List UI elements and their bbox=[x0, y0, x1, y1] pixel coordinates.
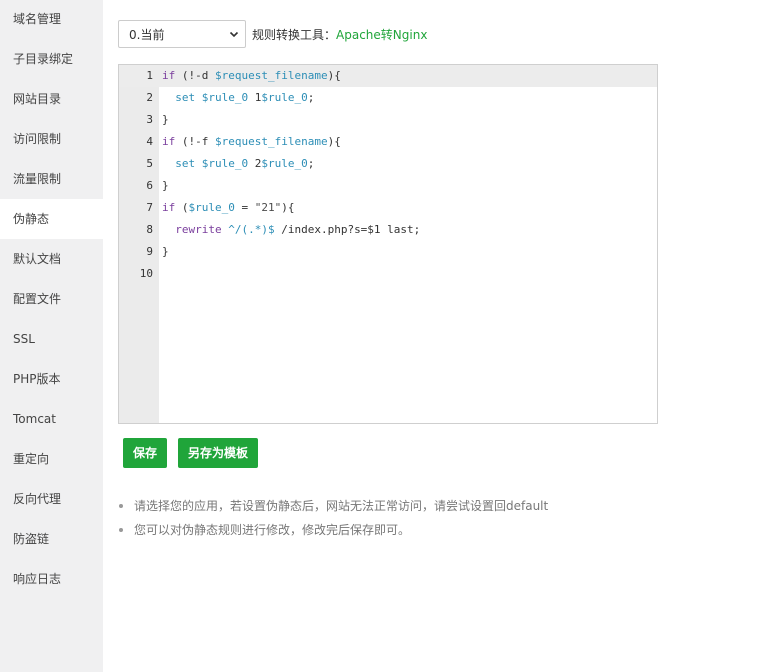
tip-item: 请选择您的应用，若设置伪静态后，网站无法正常访问，请尝试设置回default bbox=[118, 496, 548, 520]
apache-to-nginx-link[interactable]: Apache转Nginx bbox=[336, 26, 427, 43]
line-number: 6 bbox=[146, 179, 153, 192]
sidebar-item-subdir-binding[interactable]: 子目录绑定 bbox=[0, 39, 103, 79]
code-line: 1 if (!-d $request_filename){ bbox=[119, 65, 657, 87]
sidebar-item-tomcat[interactable]: Tomcat bbox=[0, 399, 103, 439]
sidebar-item-response-log[interactable]: 响应日志 bbox=[0, 559, 103, 599]
code-line: 2 set $rule_0 1$rule_0; bbox=[119, 87, 657, 109]
chevron-down-icon bbox=[229, 31, 239, 38]
sidebar-item-traffic-limit[interactable]: 流量限制 bbox=[0, 159, 103, 199]
toolbar: 0.当前 规则转换工具： Apache转Nginx bbox=[118, 20, 427, 48]
sidebar-item-redirect[interactable]: 重定向 bbox=[0, 439, 103, 479]
sidebar-item-ssl[interactable]: SSL bbox=[0, 319, 103, 359]
code-line: 8 rewrite ^/(.*)$ /index.php?s=$1 last; bbox=[119, 219, 657, 241]
line-number: 9 bbox=[146, 245, 153, 258]
action-buttons: 保存 另存为模板 bbox=[123, 438, 259, 468]
line-number: 2 bbox=[146, 91, 153, 104]
sidebar: 域名管理 子目录绑定 网站目录 访问限制 流量限制 伪静态 默认文档 配置文件 … bbox=[0, 0, 103, 672]
code-line: 10 bbox=[119, 263, 657, 285]
sidebar-item-rewrite[interactable]: 伪静态 bbox=[0, 199, 103, 239]
line-number: 10 bbox=[139, 267, 153, 280]
sidebar-item-domain[interactable]: 域名管理 bbox=[0, 0, 103, 39]
rule-template-select[interactable]: 0.当前 bbox=[118, 20, 246, 48]
sidebar-item-default-doc[interactable]: 默认文档 bbox=[0, 239, 103, 279]
code-line: 5 set $rule_0 2$rule_0; bbox=[119, 153, 657, 175]
code-editor[interactable]: 1 if (!-d $request_filename){ 2 set $rul… bbox=[118, 64, 658, 424]
sidebar-item-php-version[interactable]: PHP版本 bbox=[0, 359, 103, 399]
line-number: 5 bbox=[146, 157, 153, 170]
code-line: 6 } bbox=[119, 175, 657, 197]
rule-convert-tool-label: 规则转换工具： bbox=[252, 27, 337, 42]
code-text: } bbox=[162, 179, 169, 192]
sidebar-item-reverse-proxy[interactable]: 反向代理 bbox=[0, 479, 103, 519]
line-number: 7 bbox=[146, 201, 153, 214]
line-number: 3 bbox=[146, 113, 153, 126]
sidebar-item-hotlink-protection[interactable]: 防盗链 bbox=[0, 519, 103, 559]
code-text: rewrite ^/(.*)$ /index.php?s=$1 last; bbox=[175, 223, 421, 236]
line-number: 4 bbox=[146, 135, 153, 148]
code-text: if ($rule_0 = "21"){ bbox=[162, 201, 295, 214]
save-button[interactable]: 保存 bbox=[123, 438, 168, 468]
save-as-template-button[interactable]: 另存为模板 bbox=[178, 438, 259, 468]
code-line: 3 } bbox=[119, 109, 657, 131]
code-text: set $rule_0 1$rule_0; bbox=[175, 91, 315, 104]
help-tips: 请选择您的应用，若设置伪静态后，网站无法正常访问，请尝试设置回default 您… bbox=[118, 496, 548, 544]
rule-template-select-value: 0.当前 bbox=[129, 27, 165, 42]
tip-item: 您可以对伪静态规则进行修改，修改完后保存即可。 bbox=[118, 520, 548, 544]
code-line: 4 if (!-f $request_filename){ bbox=[119, 131, 657, 153]
code-text: if (!-d $request_filename){ bbox=[162, 69, 341, 82]
sidebar-item-site-directory[interactable]: 网站目录 bbox=[0, 79, 103, 119]
line-number: 1 bbox=[146, 69, 153, 82]
code-text: } bbox=[162, 245, 169, 258]
code-text: if (!-f $request_filename){ bbox=[162, 135, 341, 148]
code-line: 7 if ($rule_0 = "21"){ bbox=[119, 197, 657, 219]
line-number: 8 bbox=[146, 223, 153, 236]
code-text: } bbox=[162, 113, 169, 126]
code-text: set $rule_0 2$rule_0; bbox=[175, 157, 315, 170]
sidebar-item-access-limit[interactable]: 访问限制 bbox=[0, 119, 103, 159]
sidebar-item-config-file[interactable]: 配置文件 bbox=[0, 279, 103, 319]
code-line: 9 } bbox=[119, 241, 657, 263]
